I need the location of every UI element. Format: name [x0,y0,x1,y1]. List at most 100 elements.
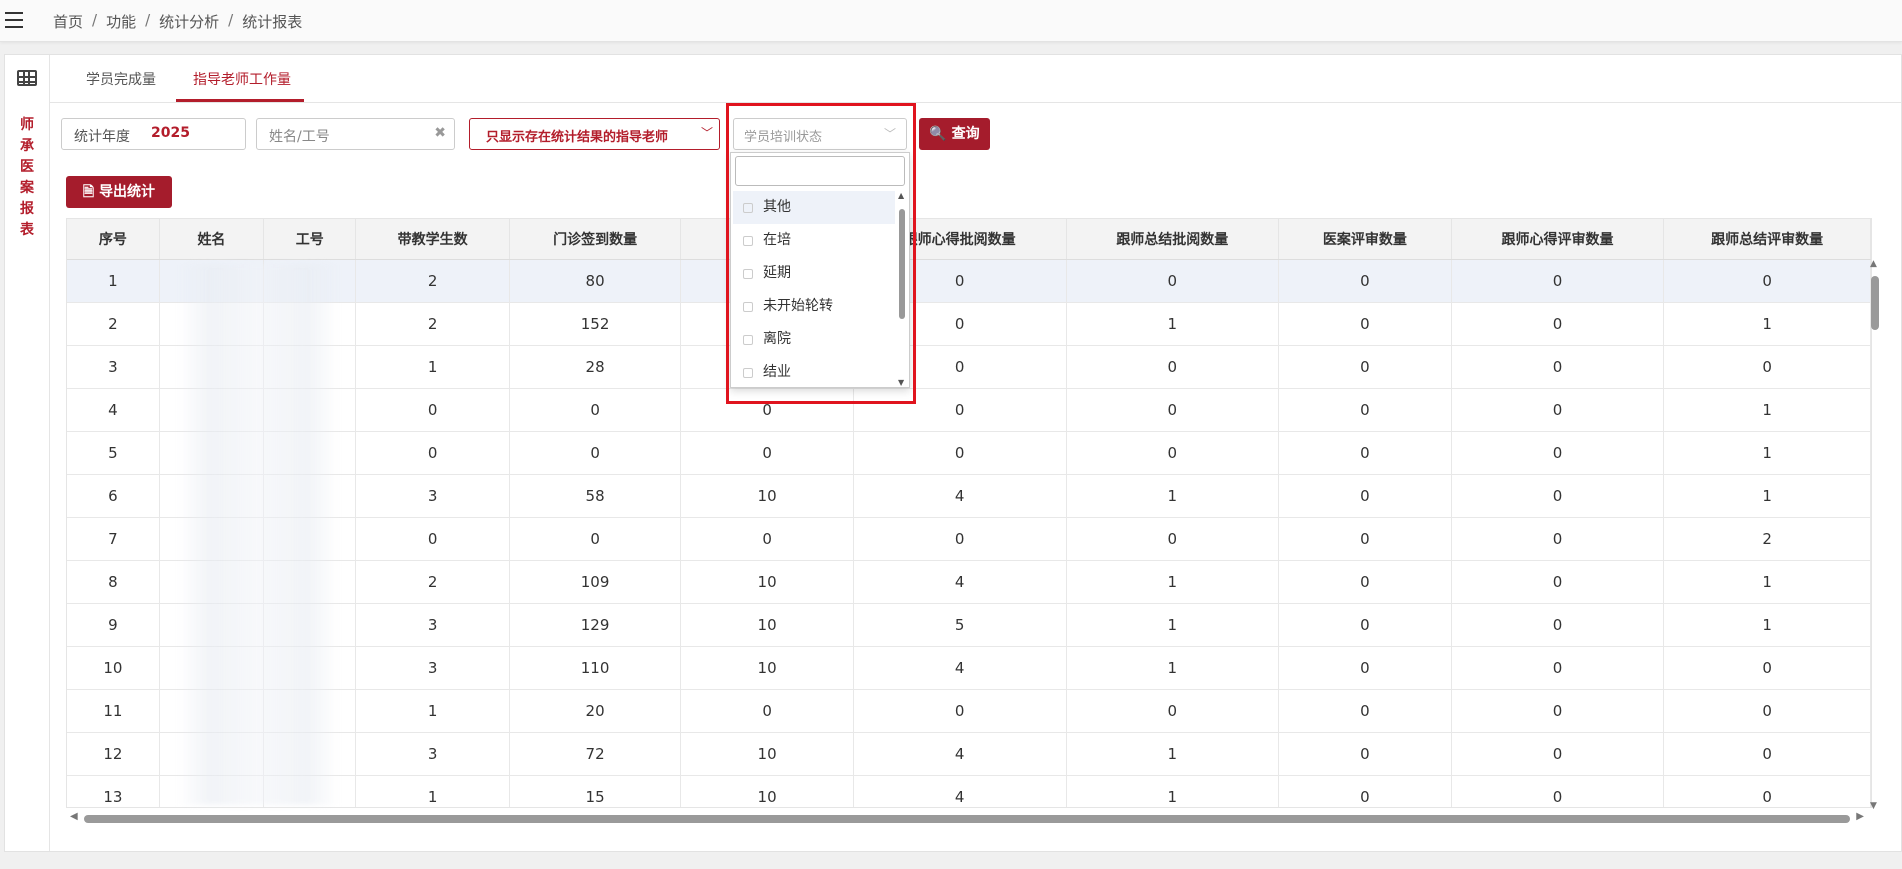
table-cell: 2 [67,302,160,346]
table-cell: 0 [1451,732,1665,776]
table-cell: 3 [355,646,510,690]
table-cell: 0 [1451,474,1665,518]
table-cell: 4 [853,732,1067,776]
col-header[interactable]: 医案评审数量 [1278,219,1452,260]
table-cell: 1 [1663,474,1871,518]
year-label: 统计年度 [74,129,130,145]
table-cell: 0 [1278,474,1452,518]
table-cell: 0 [1451,431,1665,475]
col-header[interactable]: 姓名 [159,219,265,260]
table-cell: 0 [355,431,510,475]
breadcrumb-home[interactable]: 首页 [53,11,83,32]
result-filter-value: 只显示存在统计结果的指导老师 [486,130,669,145]
table-cell: 1 [1663,431,1871,475]
col-header[interactable]: 跟师总结评审数量 [1663,219,1871,260]
table-cell: 12 [67,732,160,776]
table-cell: 0 [1066,517,1280,561]
query-button[interactable]: 🔍 查询 [919,118,990,150]
table-cell: 0 [509,431,682,475]
breadcrumb-function[interactable]: 功能 [106,11,136,32]
col-header[interactable]: 门诊签到数量 [509,219,682,260]
table-cell: 10 [680,775,854,807]
table-cell: 5 [67,431,160,475]
table-cell: 1 [355,689,510,733]
vertical-scrollbar[interactable]: ▲ ▼ [1870,259,1880,811]
col-header[interactable]: 跟师总结批阅数量 [1066,219,1280,260]
table-cell: 0 [355,517,510,561]
table-cell: 0 [509,517,682,561]
search-icon: 🔍 [929,126,947,142]
table-cell: 0 [1278,560,1452,604]
name-search-input[interactable]: 姓名/工号 ✖ [256,118,455,150]
active-tab-underline [176,99,304,102]
export-button[interactable]: 🗎 导出统计 [66,176,172,208]
table-cell: 109 [509,560,682,604]
col-header[interactable]: 序号 [67,219,160,260]
table-cell: 4 [853,646,1067,690]
vertical-scroll-thumb[interactable] [1871,276,1879,330]
result-filter-select[interactable]: 只显示存在统计结果的指导老师 ﹀ [469,118,720,150]
table-cell: 0 [1451,646,1665,690]
table-cell: 0 [1663,259,1871,303]
table-cell: 1 [67,259,160,303]
table-cell: 10 [680,560,854,604]
highlight-annotation-box [726,103,916,404]
table-cell: 0 [680,517,854,561]
table-cell: 129 [509,603,682,647]
table-cell: 3 [67,345,160,389]
scroll-left-icon[interactable]: ◀ [70,811,78,822]
clear-icon[interactable]: ✖ [434,125,446,141]
table-cell: 1 [1066,775,1280,807]
tab-student-completion[interactable]: 学员完成量 [86,69,156,89]
table-cell: 0 [1451,302,1665,346]
scroll-up-icon[interactable]: ▲ [1870,259,1877,269]
year-value[interactable]: 2025 [151,125,190,141]
table-cell: 4 [853,775,1067,807]
table-cell: 0 [355,388,510,432]
horizontal-scroll-thumb[interactable] [84,815,1850,823]
chevron-down-icon: ﹀ [700,126,713,140]
table-cell: 0 [1663,775,1871,807]
table-cell: 0 [1451,560,1665,604]
table-cell: 1 [1663,603,1871,647]
tab-teacher-workload[interactable]: 指导老师工作量 [193,69,291,89]
export-label: 导出统计 [99,184,156,200]
table-cell: 1 [1663,388,1871,432]
table-cell: 1 [1066,646,1280,690]
table-grid-icon[interactable] [17,70,37,86]
table-header-row: 序号 姓名 工号 带教学生数 门诊签到数量 跟师心得批阅数量 跟师总结批阅数量 … [67,219,1871,260]
table-cell: 1 [355,345,510,389]
table-cell: 1 [1066,302,1280,346]
table-cell: 152 [509,302,682,346]
horizontal-scrollbar[interactable]: ◀ ▶ [70,811,1864,824]
col-header[interactable]: 跟师心得评审数量 [1451,219,1665,260]
table-cell: 0 [853,689,1067,733]
table-cell: 1 [1066,603,1280,647]
scroll-down-icon[interactable]: ▼ [1870,801,1877,811]
table-cell: 0 [1066,431,1280,475]
table-cell: 8 [67,560,160,604]
table-cell: 0 [1066,259,1280,303]
table-cell: 0 [1451,345,1665,389]
table-cell: 6 [67,474,160,518]
table-cell: 11 [67,689,160,733]
table-cell: 10 [67,646,160,690]
year-field[interactable]: 统计年度 2025 [61,118,246,150]
col-header[interactable]: 带教学生数 [355,219,510,260]
table-cell: 10 [680,646,854,690]
table-cell: 1 [1663,302,1871,346]
col-header[interactable]: 工号 [263,219,357,260]
table-cell: 0 [1663,689,1871,733]
table-cell: 0 [1663,646,1871,690]
table-cell: 1 [1066,732,1280,776]
table-cell: 80 [509,259,682,303]
side-nav-label[interactable]: 师 承 医 案 报 表 [18,115,36,241]
table-cell: 3 [355,732,510,776]
table-cell: 58 [509,474,682,518]
scroll-right-icon[interactable]: ▶ [1856,811,1864,822]
table-cell: 0 [1278,689,1452,733]
name-placeholder: 姓名/工号 [269,129,330,145]
breadcrumb-statistics[interactable]: 统计分析 [159,11,219,32]
breadcrumb-report: 统计报表 [242,13,303,31]
hamburger-menu-icon[interactable] [5,12,23,28]
